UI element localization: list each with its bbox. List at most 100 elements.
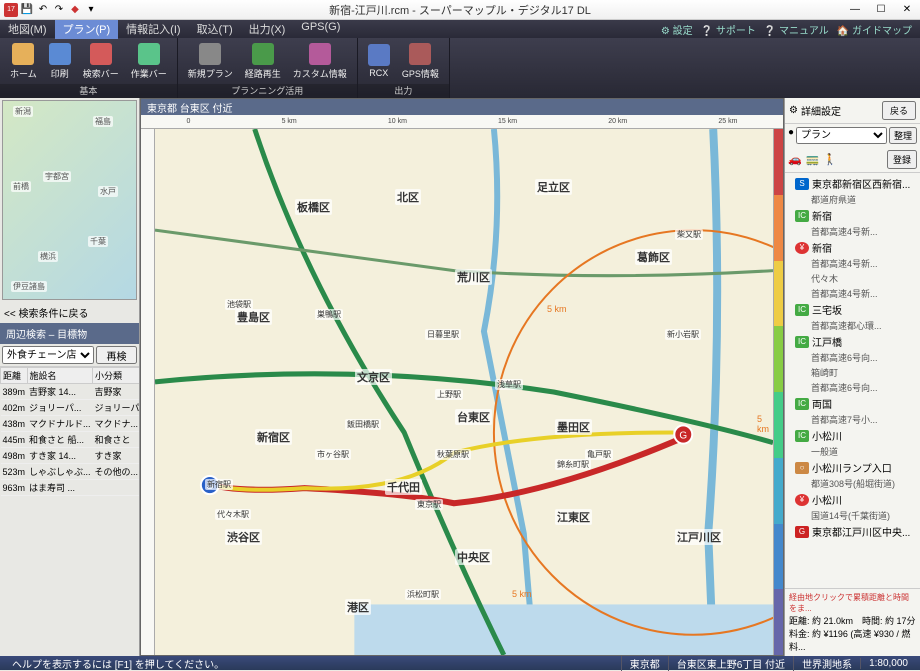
route-item-label: 都道308号(船堀街道) <box>811 477 895 490</box>
overview-minimap[interactable]: 新潟福島宇都宮前橋水戸千葉横浜伊豆諸島 <box>2 100 137 300</box>
ribbon-button[interactable]: カスタム情報 <box>289 41 351 82</box>
zoom-scalebar[interactable] <box>773 129 783 655</box>
cell: 498m <box>1 448 28 464</box>
route-item[interactable]: 首都高速都心環... <box>785 318 920 333</box>
back-to-conditions[interactable]: << 検索条件に戻る <box>0 302 139 323</box>
station-label: 錦糸町駅 <box>555 459 591 470</box>
menu-item[interactable]: 取込(T) <box>189 19 241 39</box>
undo-icon[interactable]: ↶ <box>36 3 50 17</box>
back-button[interactable]: 戻る <box>882 101 916 120</box>
route-item[interactable]: ¥新宿 <box>785 239 920 256</box>
maximize-button[interactable]: ☐ <box>868 1 894 19</box>
column-header[interactable]: 施設名 <box>27 368 93 384</box>
route-item[interactable]: 都道府県道 <box>785 192 920 207</box>
menu-item[interactable]: 地図(M) <box>0 19 55 39</box>
reorganize-button[interactable]: 整理 <box>889 127 917 144</box>
route-item-label: 一般道 <box>811 445 838 458</box>
flag-icon[interactable]: ◆ <box>68 3 82 17</box>
redo-icon[interactable]: ↷ <box>52 3 66 17</box>
ruler-vertical <box>141 129 155 655</box>
route-item[interactable]: 一般道 <box>785 444 920 459</box>
svg-text:G: G <box>679 430 687 441</box>
detail-settings-header: ⚙ 詳細設定 戻る <box>785 98 920 124</box>
save-icon[interactable]: 💾 <box>20 3 34 17</box>
ribbon-button[interactable]: GPS情報 <box>398 41 443 82</box>
route-item[interactable]: IC三宅坂 <box>785 301 920 318</box>
route-item[interactable]: 首都高速6号向... <box>785 380 920 395</box>
guide-link[interactable]: 🏠 ガイドマップ <box>837 22 912 37</box>
route-item[interactable]: ○小松川ランプ入口 <box>785 459 920 476</box>
menu-item[interactable]: 出力(X) <box>241 19 294 39</box>
station-label: 東京駅 <box>415 499 443 510</box>
column-header[interactable]: 距離 <box>1 368 28 384</box>
car-icon[interactable]: 🚗 <box>788 153 802 166</box>
train-icon[interactable]: 🚃 <box>806 153 820 166</box>
menu-item[interactable]: GPS(G) <box>293 19 348 39</box>
ward-label: 渋谷区 <box>225 529 262 545</box>
route-item[interactable]: 首都高速4号新... <box>785 256 920 271</box>
route-item[interactable]: 箱崎町 <box>785 365 920 380</box>
category-select[interactable]: 外食チェーン店 <box>2 346 94 364</box>
walk-icon[interactable]: 🚶 <box>823 153 837 166</box>
support-link[interactable]: ❔ サポート <box>701 22 756 37</box>
ribbon-button[interactable]: 経路再生 <box>241 41 285 82</box>
close-button[interactable]: ✕ <box>894 1 920 19</box>
status-bar: ヘルプを表示するには [F1] を押してください。 東京都 台東区東上野6丁目 … <box>0 656 920 670</box>
status-scale: 1:80,000 <box>860 658 916 669</box>
ward-label: 千代田 <box>385 479 422 495</box>
column-header[interactable]: 小分類 <box>93 368 139 384</box>
route-item[interactable]: 首都高速4号新... <box>785 286 920 301</box>
route-item[interactable]: 代々木 <box>785 271 920 286</box>
manual-link[interactable]: ❔ マニュアル <box>764 22 829 37</box>
ribbon-button[interactable]: RCX <box>364 42 394 80</box>
detail-settings-label: 詳細設定 <box>801 103 841 118</box>
route-item[interactable]: 首都高速6号向... <box>785 350 920 365</box>
table-row[interactable]: 389m吉野家 14...吉野家 <box>1 384 140 400</box>
route-item[interactable]: G東京都江戸川区中央... <box>785 523 920 540</box>
ribbon-button[interactable]: 新規プラン <box>184 41 237 82</box>
dropdown-icon[interactable]: ▾ <box>84 3 98 17</box>
settings-link[interactable]: ⚙ 設定 <box>661 22 693 37</box>
route-item[interactable]: S東京都新宿区西新宿... <box>785 175 920 192</box>
route-item[interactable]: IC両国 <box>785 395 920 412</box>
route-item[interactable]: 首都高速4号新... <box>785 224 920 239</box>
route-item[interactable]: IC新宿 <box>785 207 920 224</box>
table-row[interactable]: 438mマクドナルド...マクドナ... <box>1 416 140 432</box>
table-row[interactable]: 498mすき家 14...すき家 <box>1 448 140 464</box>
route-item[interactable]: IC小松川 <box>785 427 920 444</box>
table-row[interactable]: 402mジョリーパ...ジョリーパ... <box>1 400 140 416</box>
ribbon-button[interactable]: 検索バー <box>79 41 123 82</box>
route-item[interactable]: ¥小松川 <box>785 491 920 508</box>
route-item-label: 首都高速7号小... <box>811 413 878 426</box>
ribbon-button[interactable]: 作業バー <box>127 41 171 82</box>
minimize-button[interactable]: — <box>842 1 868 19</box>
map-canvas[interactable]: S G 板橋区北区足立区葛飾区豊島区荒川区文京区新宿区台東区墨田区千代田渋谷区中… <box>155 129 773 655</box>
ribbon-button[interactable]: ホーム <box>6 41 41 82</box>
research-button[interactable]: 再検索 <box>96 346 137 364</box>
ribbon-button[interactable]: 印刷 <box>45 41 75 82</box>
results-table[interactable]: 距離施設名小分類389m吉野家 14...吉野家402mジョリーパ...ジョリー… <box>0 366 139 656</box>
nearby-search-tab: 周辺検索 – 目標物 <box>0 323 139 344</box>
ribbon-group-label: プランニング活用 <box>178 84 357 98</box>
route-item[interactable]: IC江戸橋 <box>785 333 920 350</box>
menu-item[interactable]: プラン(P) <box>55 19 119 39</box>
station-label: 新宿駅 <box>205 479 233 490</box>
ribbon-button-label: カスタム情報 <box>293 67 347 80</box>
route-item[interactable]: 国道14号(千葉街道) <box>785 508 920 523</box>
station-label: 浅草駅 <box>495 379 523 390</box>
ruler-tick: 25 km <box>718 118 737 125</box>
menu-item[interactable]: 情報記入(I) <box>118 19 188 39</box>
cell: 和食さと 船... <box>27 432 93 448</box>
window-controls: — ☐ ✕ <box>842 1 920 19</box>
menu-bar: 地図(M)プラン(P)情報記入(I)取込(T)出力(X)GPS(G) ⚙ 設定 … <box>0 20 920 38</box>
route-item[interactable]: 都道308号(船堀街道) <box>785 476 920 491</box>
route-tree[interactable]: S東京都新宿区西新宿...都道府県道IC新宿首都高速4号新...¥新宿首都高速4… <box>785 173 920 588</box>
table-row[interactable]: 445m和食さと 船...和食さと <box>1 432 140 448</box>
status-loc1: 東京都 <box>621 656 668 671</box>
table-row[interactable]: 963mはま寿司 ... <box>1 480 140 496</box>
route-item[interactable]: 首都高速7号小... <box>785 412 920 427</box>
table-row[interactable]: 523mしゃぶしゃぶ...その他の... <box>1 464 140 480</box>
register-button[interactable]: 登録 <box>887 150 917 169</box>
plan-select[interactable]: プラン <box>796 127 887 144</box>
mode-icons-row: 🚗 🚃 🚶 登録 <box>785 147 920 173</box>
